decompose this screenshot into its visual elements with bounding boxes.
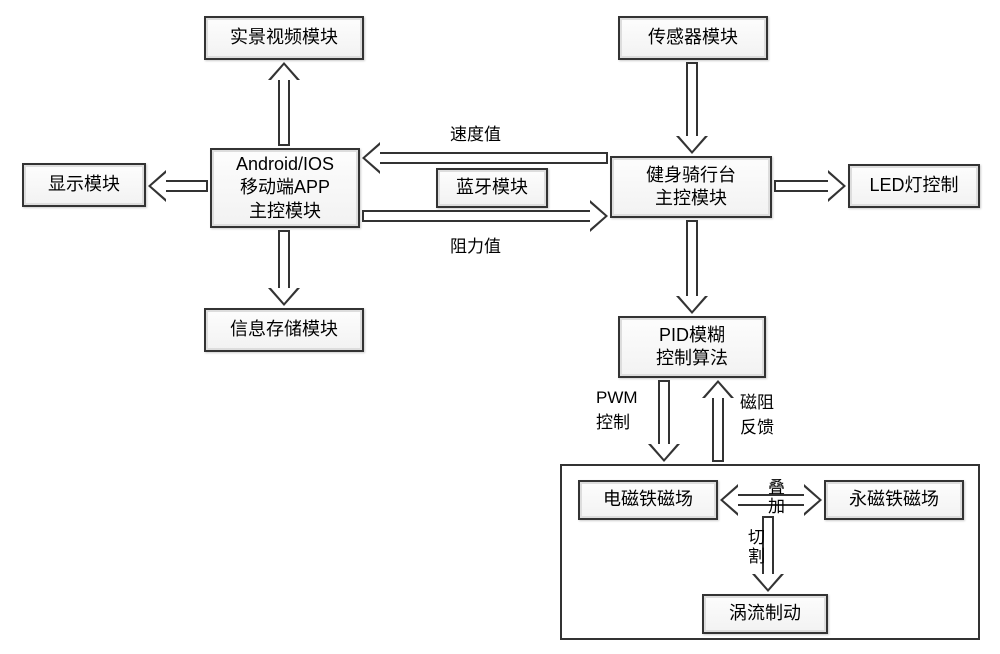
block-video: 实景视频模块 (204, 16, 364, 60)
block-bluetooth: 蓝牙模块 (436, 168, 548, 208)
text: 控制算法 (656, 347, 728, 370)
block-trainer: 健身骑行台 主控模块 (610, 156, 772, 218)
label-cut: 切割 (742, 528, 767, 566)
t: 反馈 (740, 418, 774, 437)
block-led: LED灯控制 (848, 164, 980, 208)
text: 主控模块 (249, 200, 321, 223)
block-eddy: 涡流制动 (702, 594, 828, 634)
arrow-app-to-display (148, 170, 208, 202)
text: 移动端APP (240, 176, 330, 199)
text: 显示模块 (48, 173, 120, 196)
diagram-canvas: { "blocks": { "video": "实景视频模块", "sensor… (0, 0, 1000, 654)
text: LED灯控制 (869, 174, 958, 197)
block-sensor: 传感器模块 (618, 16, 768, 60)
block-permanent-magnet: 永磁铁磁场 (824, 480, 964, 520)
arrow-sensor-to-trainer (676, 62, 708, 154)
arrow-magres (702, 380, 734, 462)
text: 传感器模块 (648, 26, 738, 49)
t: 控制 (596, 413, 630, 432)
text: 永磁铁磁场 (849, 488, 939, 511)
text: 电磁铁磁场 (603, 488, 693, 511)
text: 健身骑行台 (646, 164, 736, 187)
block-electromagnet: 电磁铁磁场 (578, 480, 718, 520)
text: 涡流制动 (729, 602, 801, 625)
t: 磁阻 (740, 393, 774, 412)
block-app: Android/IOS 移动端APP 主控模块 (210, 148, 360, 228)
label-resist: 阻力值 (450, 232, 501, 257)
text: PID模糊 (659, 324, 725, 347)
text: 主控模块 (655, 187, 727, 210)
text: 实景视频模块 (230, 26, 338, 49)
text: 蓝牙模块 (456, 176, 528, 199)
block-storage: 信息存储模块 (204, 308, 364, 352)
arrow-app-to-video (268, 62, 300, 146)
arrow-trainer-to-led (774, 170, 846, 202)
text: Android/IOS (236, 153, 334, 176)
text: 信息存储模块 (230, 318, 338, 341)
arrow-trainer-to-pid (676, 220, 708, 314)
block-pid: PID模糊 控制算法 (618, 316, 766, 378)
label-overlay: 叠加 (762, 478, 787, 516)
label-magres: 磁阻 反馈 (740, 388, 774, 438)
block-display: 显示模块 (22, 163, 146, 207)
label-speed: 速度值 (450, 120, 501, 145)
label-pwm: PWM 控制 (596, 388, 638, 433)
arrow-app-to-storage (268, 230, 300, 306)
arrow-pwm (648, 380, 680, 462)
t: PWM (596, 388, 638, 407)
